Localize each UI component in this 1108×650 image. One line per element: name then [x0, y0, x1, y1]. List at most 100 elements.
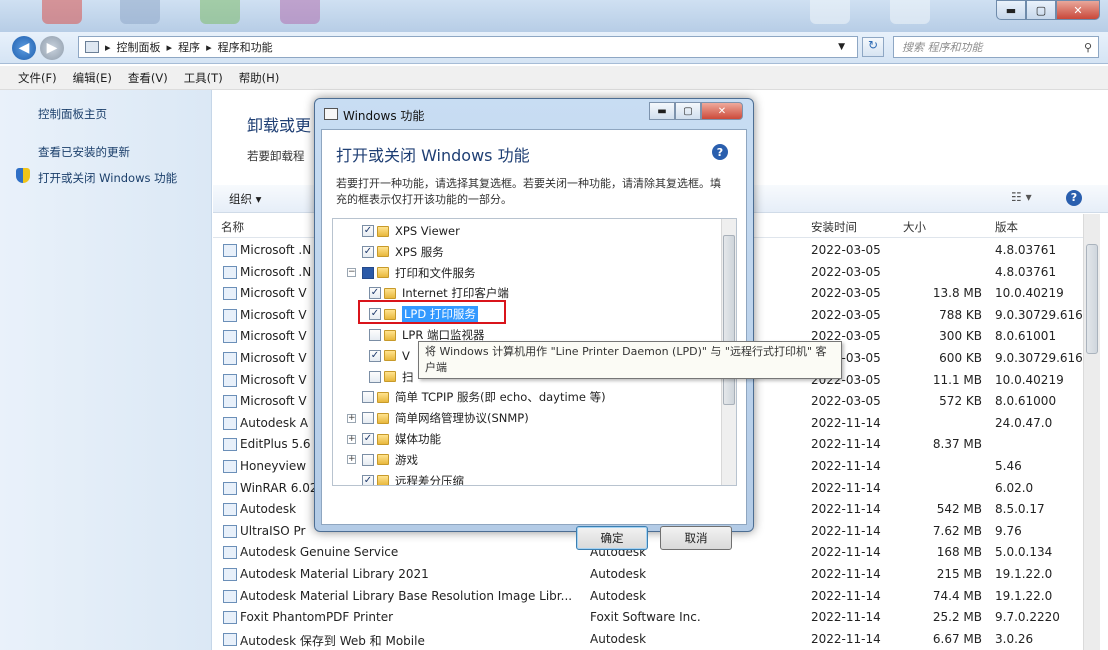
feature-item[interactable]: 简单 TCPIP 服务(即 echo、daytime 等) — [347, 387, 606, 407]
breadcrumb-control-panel[interactable]: 控制面板 — [117, 39, 161, 55]
sidebar-item-windows-features[interactable]: 打开或关闭 Windows 功能 — [38, 170, 177, 186]
program-size: 572 KB — [939, 394, 982, 409]
feature-checkbox[interactable] — [369, 370, 381, 383]
program-date: 2022-03-05 — [811, 394, 881, 409]
help-icon[interactable]: ? — [712, 144, 728, 160]
program-date: 2022-03-05 — [811, 307, 881, 322]
dropdown-arrow-icon[interactable]: ▼ — [838, 42, 845, 52]
program-icon — [223, 589, 237, 603]
table-row[interactable]: Autodesk Genuine Service Autodesk 2022-11-… — [213, 542, 1083, 564]
feature-label: 扫 — [402, 369, 414, 384]
dialog-maximize-button[interactable]: ▢ — [675, 102, 701, 120]
program-version: 4.8.03761 — [995, 243, 1057, 257]
close-button[interactable]: ✕ — [1056, 0, 1100, 20]
program-version: 9.0.30729.6161 — [995, 350, 1091, 365]
expand-icon[interactable]: + — [347, 413, 356, 423]
back-arrow-icon[interactable]: ◀ — [12, 36, 36, 60]
feature-checkbox[interactable]: ✓ — [362, 474, 374, 485]
feature-label: XPS 服务 — [395, 244, 444, 259]
feature-item[interactable]: 扫 — [369, 367, 414, 387]
cancel-button[interactable]: 取消 — [660, 526, 732, 550]
column-size[interactable]: 大小 — [903, 219, 926, 235]
feature-checkbox[interactable] — [362, 391, 374, 404]
program-version: 5.0.0.134 — [995, 545, 1053, 560]
menu-file[interactable]: 文件(F) — [18, 70, 57, 86]
organize-button[interactable]: 组织 ▾ — [229, 191, 261, 207]
menu-help[interactable]: 帮助(H) — [239, 70, 280, 86]
feature-checkbox[interactable]: ✓ — [362, 433, 374, 445]
dialog-close-button[interactable]: ✕ — [701, 102, 743, 120]
menu-edit[interactable]: 编辑(E) — [73, 70, 112, 86]
program-version: 3.0.26 — [995, 631, 1034, 646]
table-row[interactable]: Autodesk Material Library 2021 Autodesk 20… — [213, 564, 1083, 586]
ok-button[interactable]: 确定 — [576, 526, 648, 550]
table-row[interactable]: Foxit PhantomPDF Printer Foxit Software I… — [213, 607, 1083, 629]
feature-item[interactable]: ✓ XPS 服务 — [347, 242, 444, 262]
search-input[interactable]: 搜索 程序和功能 ⚲ — [893, 36, 1099, 58]
folder-icon — [384, 350, 396, 362]
feature-checkbox[interactable] — [362, 266, 374, 279]
feature-item[interactable]: ✓ 远程差分压缩 — [347, 471, 464, 486]
dialog-minimize-button[interactable]: ▬ — [649, 102, 675, 120]
feature-checkbox[interactable]: ✓ — [369, 287, 381, 300]
program-icon — [223, 287, 237, 301]
feature-item[interactable]: + 游戏 — [347, 450, 418, 470]
table-row[interactable]: Autodesk 保存到 Web 和 Mobile Autodesk 2022-11… — [213, 629, 1083, 650]
program-icon — [223, 373, 237, 387]
search-icon[interactable]: ⚲ — [1084, 41, 1092, 54]
feature-label: 远程差分压缩 — [395, 473, 464, 486]
feature-item[interactable]: ✓ XPS Viewer — [347, 221, 460, 241]
program-size: 13.8 MB — [932, 286, 982, 301]
list-scrollbar[interactable] — [1083, 214, 1100, 650]
program-size: 6.67 MB — [932, 631, 982, 646]
program-icon — [223, 567, 237, 581]
feature-checkbox[interactable] — [362, 453, 374, 466]
expand-icon[interactable]: + — [347, 434, 356, 444]
program-version: 10.0.40219 — [995, 286, 1064, 301]
help-icon[interactable]: ? — [1066, 190, 1082, 206]
address-bar[interactable]: ▸ 控制面板 ▸ 程序 ▸ 程序和功能 ▼ — [78, 36, 858, 58]
menu-tools[interactable]: 工具(T) — [184, 70, 223, 86]
program-icon — [223, 416, 237, 430]
feature-checkbox[interactable]: ✓ — [362, 245, 374, 258]
feature-item[interactable]: + 简单网络管理协议(SNMP) — [347, 408, 529, 428]
feature-label: 简单 TCPIP 服务(即 echo、daytime 等) — [395, 390, 606, 405]
forward-arrow-icon[interactable]: ▶ — [40, 36, 64, 60]
menu-view[interactable]: 查看(V) — [128, 70, 168, 86]
folder-icon — [377, 391, 389, 403]
expand-icon[interactable]: + — [347, 455, 356, 465]
table-row[interactable]: Autodesk Material Library Base Resolutio… — [213, 586, 1083, 608]
program-version: 5.46 — [995, 458, 1022, 473]
feature-checkbox[interactable] — [369, 329, 381, 341]
refresh-icon[interactable]: ↻ — [862, 37, 884, 57]
breadcrumb-programs-features[interactable]: 程序和功能 — [218, 39, 273, 55]
feature-label: Internet 打印客户端 — [402, 286, 509, 301]
column-date[interactable]: 安装时间 — [811, 219, 857, 235]
program-size: 215 MB — [936, 566, 982, 581]
sidebar-item-home[interactable]: 控制面板主页 — [38, 106, 107, 122]
minimize-button[interactable]: ▬ — [996, 0, 1026, 20]
program-date: 2022-11-14 — [811, 437, 881, 452]
feature-item[interactable]: + ✓ 媒体功能 — [347, 429, 441, 449]
program-name: Autodesk Material Library 2021 — [240, 566, 429, 581]
column-name[interactable]: 名称 — [221, 219, 244, 235]
view-options-icon[interactable]: ☷ ▾ — [1011, 190, 1032, 204]
tree-scrollbar-thumb[interactable] — [723, 235, 735, 405]
collapse-icon[interactable]: − — [347, 268, 356, 278]
feature-item[interactable]: ✓ V — [369, 346, 410, 366]
sidebar-item-updates[interactable]: 查看已安装的更新 — [38, 144, 130, 160]
program-icon — [223, 351, 237, 365]
program-icon — [223, 308, 237, 322]
feature-item[interactable]: − 打印和文件服务 — [347, 263, 476, 283]
feature-checkbox[interactable] — [362, 412, 374, 425]
program-name: Autodesk A — [240, 415, 309, 430]
folder-icon — [377, 454, 389, 466]
feature-checkbox[interactable]: ✓ — [369, 349, 381, 362]
maximize-button[interactable]: ▢ — [1026, 0, 1056, 20]
column-version[interactable]: 版本 — [995, 219, 1018, 235]
feature-checkbox[interactable]: ✓ — [362, 225, 374, 237]
tooltip: 将 Windows 计算机用作 "Line Printer Daemon (LP… — [418, 341, 842, 379]
program-publisher: Autodesk — [590, 588, 647, 603]
scrollbar-thumb[interactable] — [1086, 244, 1098, 354]
breadcrumb-programs[interactable]: 程序 — [178, 39, 200, 55]
